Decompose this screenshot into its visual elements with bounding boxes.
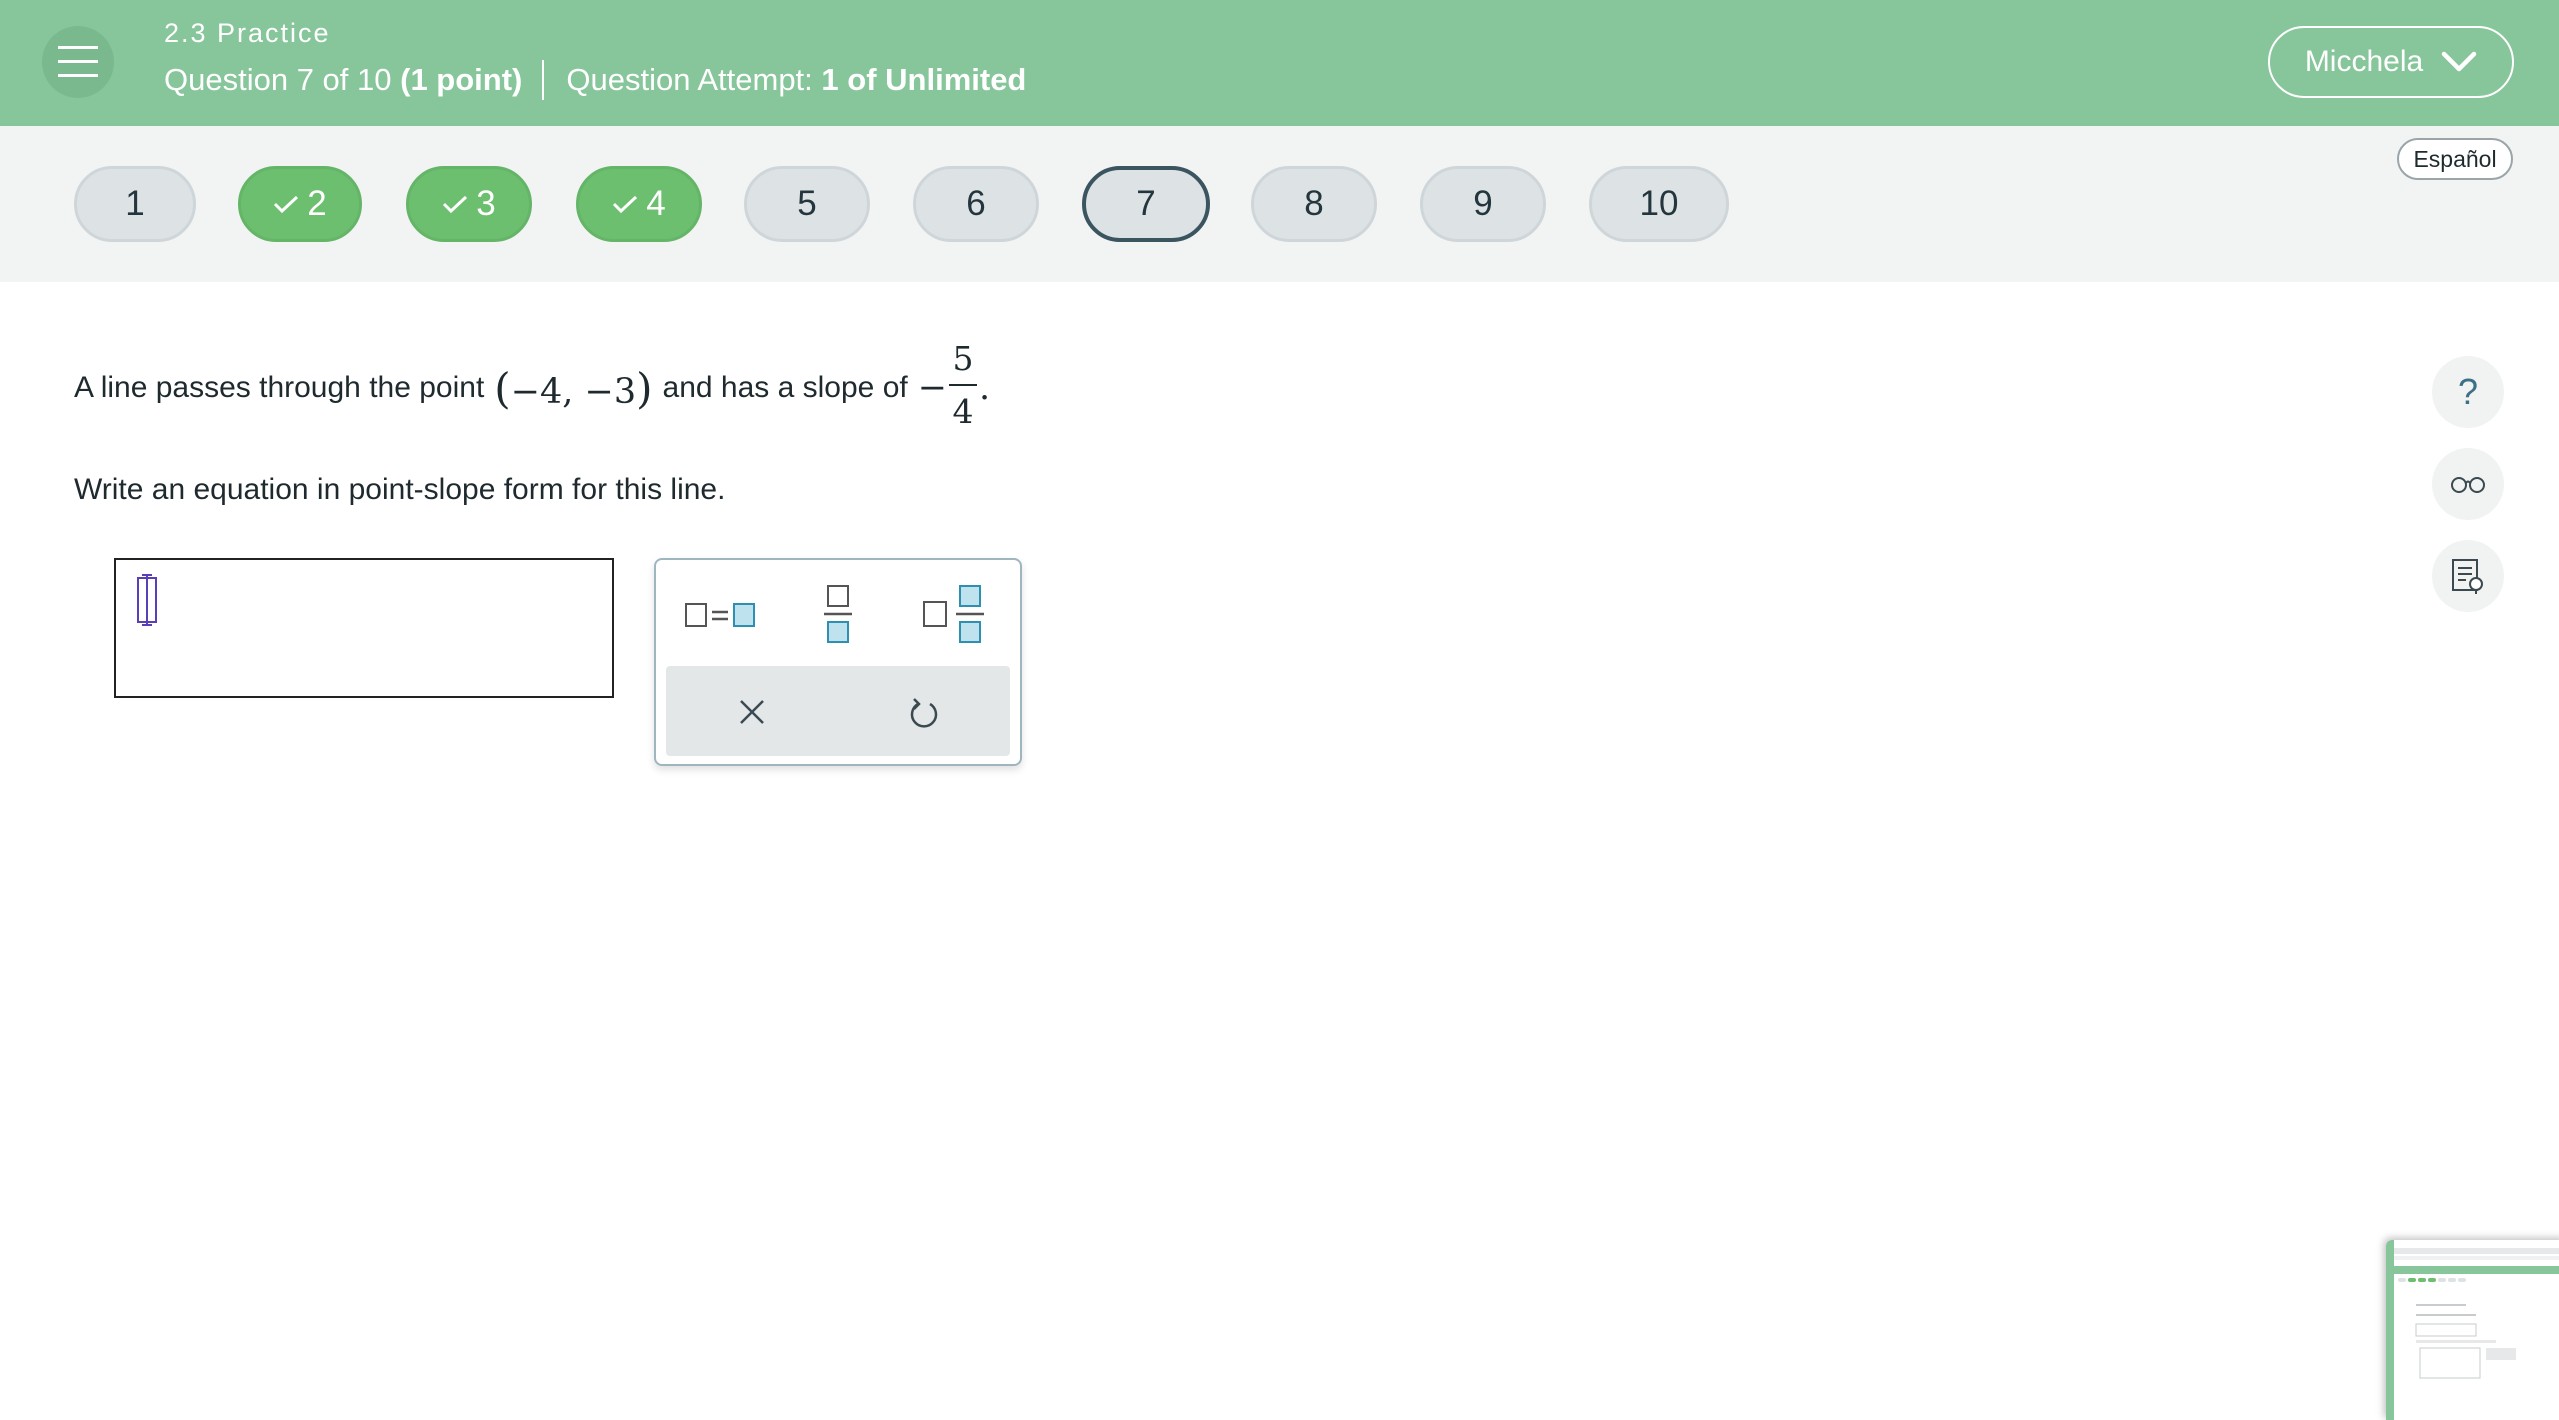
question-instruction: Write an equation in point-slope form fo… [74,473,726,506]
question-number: 6 [966,184,986,223]
assignment-title: 2.3 Practice [164,18,331,48]
language-toggle-button[interactable]: Español [2397,138,2513,180]
question-nav-4[interactable]: 4 [576,166,702,242]
question-nav-6[interactable]: 6 [913,166,1039,242]
question-number: 4 [646,184,666,223]
fraction-bar [949,384,978,386]
clear-button[interactable] [738,698,766,726]
check-icon [613,195,638,214]
thumbnail-preview-image [2386,1240,2559,1420]
question-info: Question 7 of 10 (1 point) Question Atte… [164,60,1026,100]
menu-button[interactable] [42,26,114,98]
fraction-template-button[interactable] [822,584,854,644]
question-nav-8[interactable]: 8 [1251,166,1377,242]
screen-thumbnail[interactable] [2386,1240,2559,1420]
notepad-icon [2452,559,2483,594]
question-nav-10[interactable]: 10 [1589,166,1729,242]
point-expression: (−4, −3) [494,363,653,413]
slope-denominator: 4 [952,392,974,431]
notepad-button[interactable] [2432,540,2504,612]
period: . [979,368,991,408]
question-number: 7 [1136,184,1156,223]
question-points: (1 point) [400,62,523,97]
question-number: 8 [1304,184,1324,223]
question-prompt: A line passes through the point (−4, −3)… [74,339,1000,431]
chevron-down-icon [2441,51,2477,72]
slope-fraction: 5 4 [949,339,978,431]
question-number: 10 [1639,184,1679,223]
question-nav-1[interactable]: 1 [74,166,196,242]
equation-template-button[interactable] [684,596,760,632]
question-text-part1: A line passes through the point [74,371,485,404]
check-icon [274,195,299,214]
attempt-label: Question Attempt: [566,62,813,97]
divider [542,60,545,100]
text-cursor-icon [137,574,157,626]
hamburger-icon [58,46,98,77]
question-nav-3[interactable]: 3 [406,166,532,242]
user-menu-button[interactable]: Micchela [2268,26,2514,98]
help-icon: ? [2457,371,2479,412]
palette-actions [666,666,1010,756]
reader-glasses-icon [2451,477,2485,493]
question-number: 2 [307,184,327,223]
question-number: 3 [476,184,496,223]
slope-numerator: 5 [952,339,974,378]
question-nav-bar: 1 2 3 4 5 6 7 8 9 10 Español [0,126,2559,282]
question-number: 1 [125,184,145,223]
attempt-value: 1 of Unlimited [821,62,1027,97]
slope-sign: − [917,368,948,408]
reader-glasses-button[interactable] [2432,448,2504,520]
mixed-number-template-button[interactable] [922,584,986,644]
question-nav-9[interactable]: 9 [1420,166,1546,242]
help-button[interactable]: ? [2432,356,2504,428]
reset-icon[interactable] [908,696,940,730]
point-coordinates: −4, −3 [510,371,637,412]
question-position: Question 7 of 10 [164,62,392,97]
answer-input[interactable] [114,558,614,698]
question-number: 9 [1473,184,1493,223]
top-header: 2.3 Practice Question 7 of 10 (1 point) … [0,0,2559,126]
check-icon [443,195,468,214]
question-nav-2[interactable]: 2 [238,166,362,242]
question-nav-5[interactable]: 5 [744,166,870,242]
user-name: Micchela [2304,45,2424,78]
question-text-part2: and has a slope of [662,371,908,404]
math-palette [654,558,1022,766]
question-nav-7[interactable]: 7 [1082,166,1210,242]
question-number: 5 [797,184,817,223]
